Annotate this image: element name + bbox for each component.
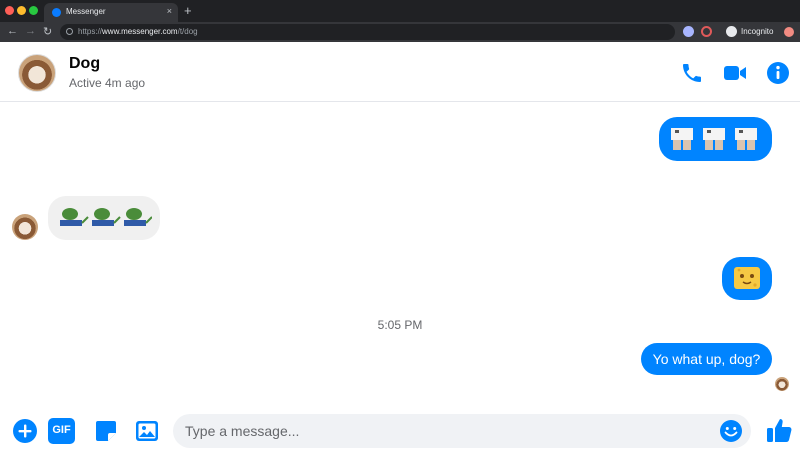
cheese-sticker-icon [734,267,760,289]
plus-icon[interactable] [12,418,38,444]
conversation-header: Dog Active 4m ago [0,42,800,102]
read-receipt-avatar [775,377,789,391]
message-input[interactable] [173,414,751,448]
incognito-label: Incognito [741,27,774,36]
frog-sticker-icon [60,208,152,226]
gif-button[interactable]: GIF [48,418,75,444]
browser-tab-bar: Messenger × + [0,0,800,22]
like-thumbs-up-icon[interactable] [765,416,793,444]
browser-tab-messenger[interactable]: Messenger × [44,3,178,22]
phone-icon[interactable] [680,61,704,85]
tab-title: Messenger [66,7,106,16]
profile-icon[interactable] [784,27,794,37]
video-call-icon[interactable] [723,61,747,85]
contact-avatar-small[interactable] [12,214,38,240]
url-text: https://www.messenger.com/t/dog [78,27,198,36]
incognito-icon[interactable] [726,26,737,37]
browser-toolbar: ← → ↻ https://www.messenger.com/t/dog In… [0,22,800,42]
outgoing-sticker-message[interactable] [722,257,772,300]
extension-icon[interactable] [683,26,694,37]
image-icon[interactable] [134,418,160,444]
address-bar[interactable]: https://www.messenger.com/t/dog [60,24,675,40]
message-timestamp: 5:05 PM [377,318,423,332]
outgoing-text-message[interactable]: Yo what up, dog? [641,343,772,375]
tab-close-icon[interactable]: × [167,6,172,16]
back-arrow-icon[interactable]: ← [7,25,18,37]
cat-sticker-icon [671,128,757,150]
contact-status: Active 4m ago [69,76,146,90]
sticker-icon[interactable] [93,418,119,444]
site-info-icon[interactable] [66,28,73,35]
contact-name[interactable]: Dog [69,55,100,73]
incoming-sticker-message[interactable] [48,196,160,240]
new-tab-button[interactable]: + [184,3,192,18]
window-close-button[interactable] [5,6,14,15]
extension-icon[interactable] [701,26,712,37]
reload-icon[interactable]: ↻ [43,25,52,38]
messenger-favicon-icon [52,8,61,17]
emoji-icon[interactable] [719,419,743,443]
info-icon[interactable] [766,61,790,85]
gif-label: GIF [52,424,71,436]
window-minimize-button[interactable] [17,6,26,15]
forward-arrow-icon[interactable]: → [25,25,36,37]
outgoing-sticker-message[interactable] [659,117,772,161]
window-maximize-button[interactable] [29,6,38,15]
contact-avatar[interactable] [18,54,56,92]
